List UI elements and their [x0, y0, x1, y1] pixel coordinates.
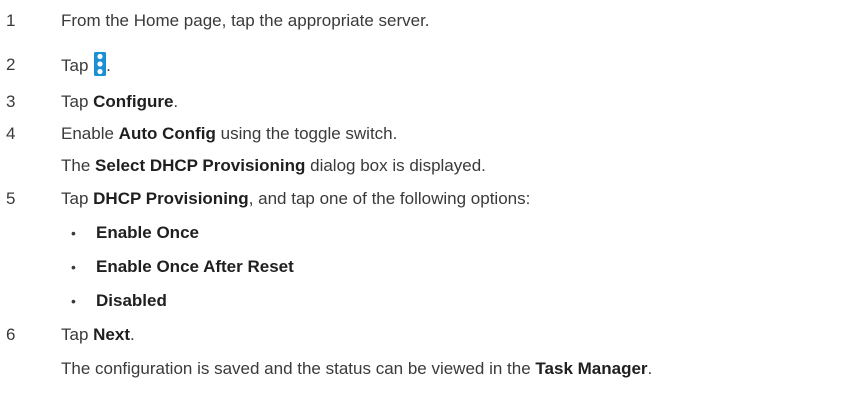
step-number: 1 — [6, 11, 16, 30]
step-text: From the Home page, tap the appropriate … — [61, 11, 430, 30]
option-label: Disabled — [96, 291, 167, 310]
result-suffix: dialog box is displayed. — [305, 156, 486, 175]
ui-term: Auto Config — [118, 124, 216, 143]
step-text: Tap . — [61, 52, 111, 79]
step-text: Enable Auto Config using the toggle swit… — [61, 121, 397, 147]
ui-term: Task Manager — [535, 359, 648, 378]
step-text-prefix: Tap — [61, 92, 94, 111]
bullet: • — [71, 225, 76, 241]
step-text-suffix: . — [130, 325, 135, 344]
option-label: Enable Once After Reset — [96, 257, 294, 276]
step-text-prefix: Tap — [61, 56, 94, 75]
ui-term: DHCP Provisioning — [93, 189, 249, 208]
result-prefix: The configuration is saved and the statu… — [61, 359, 536, 378]
option-label: Enable Once — [96, 223, 199, 242]
step-text-prefix: Tap — [61, 325, 94, 344]
ui-term: Select DHCP Provisioning — [95, 156, 306, 175]
step-number: 2 — [6, 55, 16, 74]
ui-term: Configure — [93, 92, 174, 111]
step-number: 4 — [6, 124, 16, 143]
step-text-suffix: , and tap one of the following options: — [248, 189, 531, 208]
step-number: 6 — [6, 325, 16, 344]
step-text-prefix: Tap — [61, 189, 94, 208]
bullet: • — [71, 293, 76, 309]
step-text: Tap DHCP Provisioning, and tap one of th… — [61, 186, 530, 212]
bullet: • — [71, 259, 76, 275]
step-text-suffix: . — [173, 92, 179, 111]
step-text-prefix: Enable — [61, 124, 119, 143]
result-prefix: The — [61, 156, 96, 175]
kebab-menu-icon — [94, 52, 107, 76]
step-result-text: The Select DHCP Provisioning dialog box … — [61, 153, 486, 179]
step-text-suffix: using the toggle switch. — [215, 124, 398, 143]
step-text-suffix: . — [106, 56, 111, 75]
ui-term: Next — [93, 325, 130, 344]
step-text: Tap Configure. — [61, 89, 178, 115]
step-text: Tap Next. — [61, 322, 135, 348]
step-result-text: The configuration is saved and the statu… — [61, 356, 652, 382]
result-suffix: . — [647, 359, 653, 378]
step-number: 5 — [6, 189, 16, 208]
step-number: 3 — [6, 92, 16, 111]
